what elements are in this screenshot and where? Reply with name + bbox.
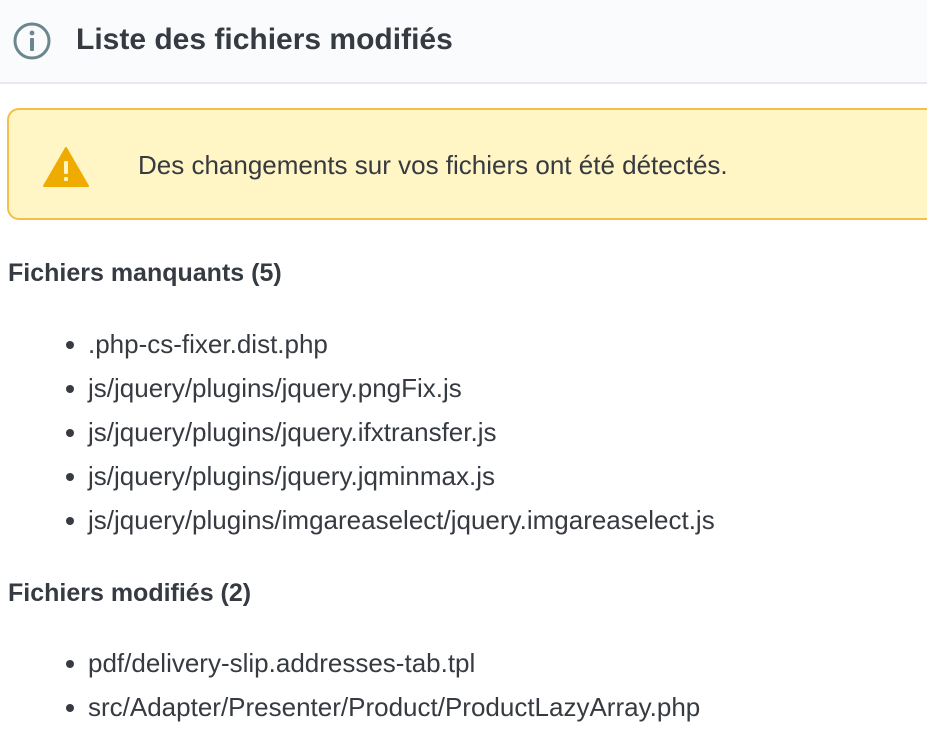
warning-alert: Des changements sur vos fichiers ont été…: [7, 108, 927, 220]
list-item: .php-cs-fixer.dist.php: [0, 322, 715, 366]
missing-files-title: Fichiers manquants (5): [8, 259, 282, 287]
list-item: src/Adapter/Presenter/Product/ProductLaz…: [0, 685, 700, 729]
warning-icon: [43, 147, 89, 187]
missing-files-list: .php-cs-fixer.dist.php js/jquery/plugins…: [0, 322, 715, 542]
panel-title: Liste des fichiers modifiés: [76, 23, 453, 56]
list-item: pdf/delivery-slip.addresses-tab.tpl: [0, 641, 700, 685]
list-item: js/jquery/plugins/imgareaselect/jquery.i…: [0, 498, 715, 542]
list-item: js/jquery/plugins/jquery.ifxtransfer.js: [0, 410, 715, 454]
modified-files-list: pdf/delivery-slip.addresses-tab.tpl src/…: [0, 641, 700, 729]
alert-message: Des changements sur vos fichiers ont été…: [138, 150, 728, 180]
list-item: js/jquery/plugins/jquery.jqminmax.js: [0, 454, 715, 498]
list-item: js/jquery/plugins/jquery.pngFix.js: [0, 366, 715, 410]
info-circle-icon: [13, 22, 51, 60]
panel-header: Liste des fichiers modifiés: [0, 0, 927, 84]
modified-files-title: Fichiers modifiés (2): [8, 579, 252, 607]
